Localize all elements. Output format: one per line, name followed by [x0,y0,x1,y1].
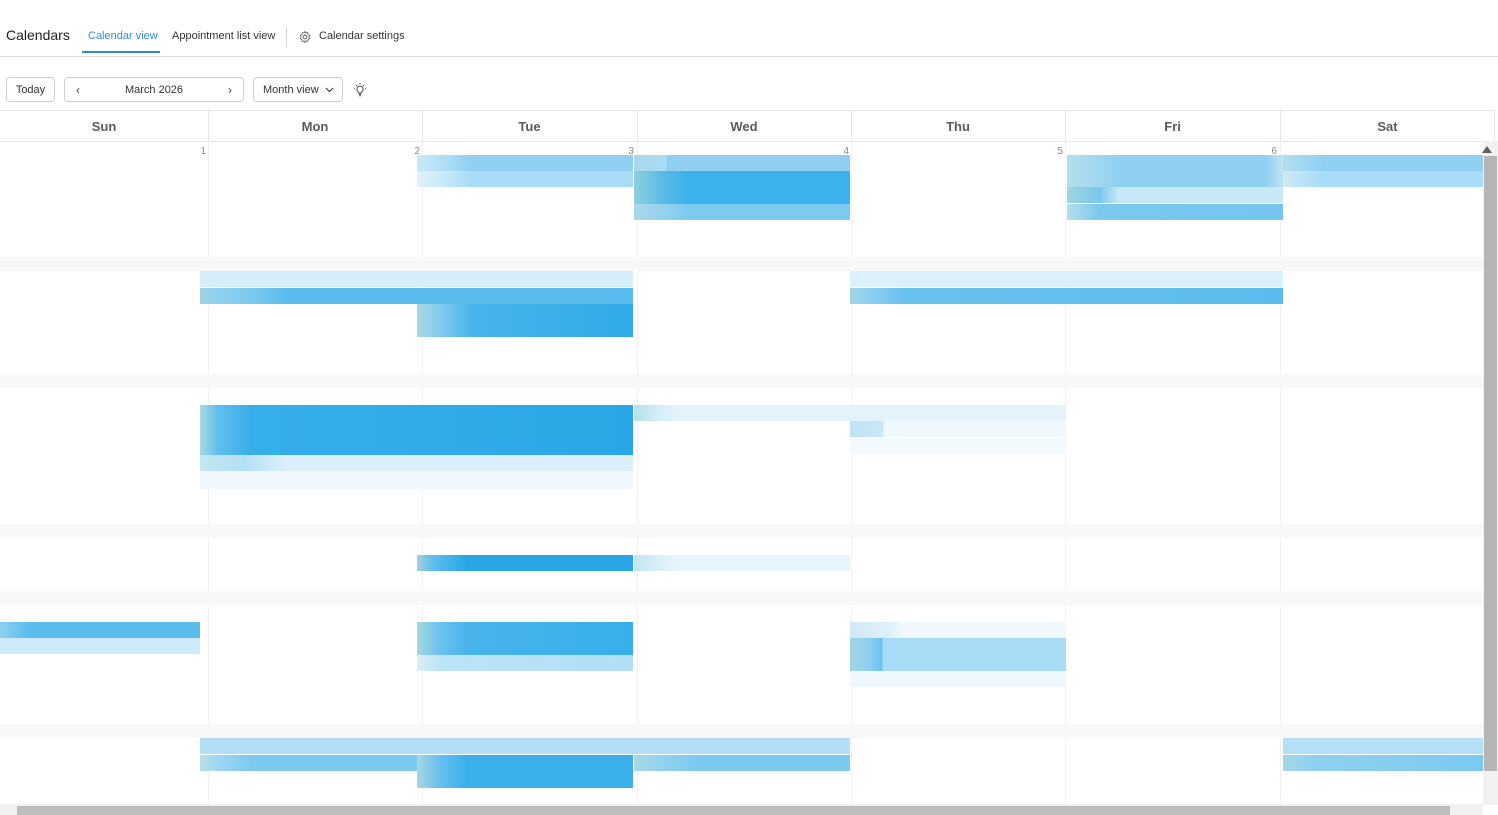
calendar-event[interactable] [850,271,1283,287]
tab-appointment-list-view[interactable]: Appointment list view [172,30,275,42]
tab-calendar-settings[interactable]: Calendar settings [319,30,405,42]
week-separator [0,591,1484,605]
calendar-event[interactable] [1283,155,1483,171]
week-separator [0,724,1484,738]
scroll-up-arrow-icon[interactable] [1482,146,1492,153]
column-divider [1280,111,1281,141]
calendar-event[interactable] [850,288,1283,304]
view-selector-label: Month view [263,83,319,96]
chevron-down-icon [325,87,334,92]
today-button-label: Today [15,83,46,96]
tab-calendar-view[interactable]: Calendar view [88,30,158,42]
calendar-event[interactable] [1283,738,1483,754]
column-divider [637,141,638,804]
horizontal-scrollbar-thumb[interactable] [17,806,1450,815]
calendar-event[interactable] [417,171,633,187]
current-month-label: March 2026 [124,83,184,96]
calendar-event[interactable] [1067,187,1283,203]
calendar-event[interactable] [1283,755,1483,771]
calendar-event[interactable] [1283,171,1483,187]
calendar-event[interactable] [200,471,633,489]
calendar-event[interactable] [200,288,633,304]
calendar-event[interactable] [200,405,633,455]
day-number[interactable]: 1 [186,146,206,157]
calendar-event[interactable] [634,171,850,204]
week-separator [0,257,1484,271]
app-title: Calendars [6,27,70,43]
calendar-event[interactable] [634,755,850,771]
calendar-event[interactable] [850,438,1066,454]
weekday-wed: Wed [730,119,758,134]
today-button[interactable]: Today [6,77,55,102]
calendar-event[interactable] [0,638,200,654]
column-divider [851,141,852,804]
weekday-tue: Tue [518,119,541,134]
weekday-header-row: Sun Mon Tue Wed Thu Fri Sat [0,110,1495,142]
gear-icon[interactable] [298,30,312,44]
weekday-mon: Mon [301,119,329,134]
column-divider [1280,141,1281,804]
view-selector-dropdown[interactable]: Month view [253,77,343,102]
calendar-event[interactable] [634,555,850,571]
month-navigator: ‹ March 2026 › [64,77,244,102]
calendar-event[interactable] [1067,155,1283,187]
calendar-event[interactable] [417,755,633,788]
column-divider [851,111,852,141]
top-navigation: Calendars Calendar view Appointment list… [0,0,1498,57]
column-divider [1065,141,1066,804]
calendar-event[interactable] [417,622,633,655]
month-calendar-grid: Sun Mon Tue Wed Thu Fri Sat 1 2 3 4 5 6 [0,110,1498,815]
column-divider [637,111,638,141]
calendar-event[interactable] [417,304,633,337]
calendar-event[interactable] [634,405,850,421]
weekday-thu: Thu [946,119,970,134]
week-separator [0,374,1484,388]
calendar-event[interactable] [850,671,1066,687]
calendar-event[interactable] [850,405,1066,421]
calendar-event[interactable] [200,455,633,471]
calendar-event[interactable] [417,555,633,571]
column-divider [422,111,423,141]
column-divider [1494,111,1495,141]
calendar-event[interactable] [850,638,1066,671]
week-separator [0,524,1484,538]
calendar-event[interactable] [850,421,1066,437]
calendar-event[interactable] [850,622,1066,638]
calendar-event[interactable] [1067,204,1283,220]
calendar-event[interactable] [634,155,850,171]
column-divider [208,111,209,141]
weekday-fri: Fri [1164,119,1181,134]
active-tab-indicator [82,51,160,53]
weekday-sat: Sat [1377,119,1398,134]
lightbulb-icon[interactable] [353,82,367,98]
column-divider [1065,111,1066,141]
calendar-event[interactable] [200,738,850,754]
weekday-sun: Sun [91,119,117,134]
calendar-event[interactable] [634,204,850,220]
calendar-event[interactable] [417,655,633,671]
vertical-scrollbar-thumb[interactable] [1484,156,1497,771]
calendar-event[interactable] [200,271,633,287]
day-number[interactable]: 5 [1043,146,1063,157]
chevron-left-icon[interactable]: ‹ [73,83,83,97]
calendar-event[interactable] [0,622,200,638]
tab-divider [286,27,287,47]
calendar-event[interactable] [417,155,633,171]
chevron-right-icon[interactable]: › [225,83,235,97]
